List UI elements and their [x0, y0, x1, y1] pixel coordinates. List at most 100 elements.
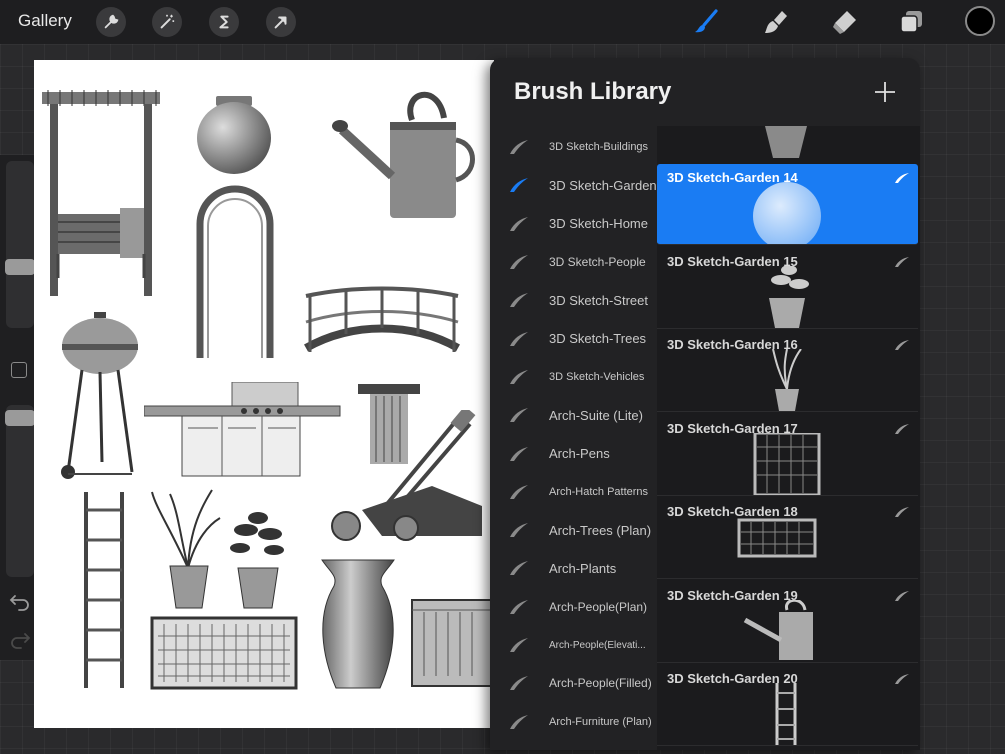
kettle-grill-drawing [61, 312, 138, 479]
eraser-icon[interactable] [830, 8, 858, 36]
previous-brush-thumb [765, 126, 807, 158]
brush-type-icon [895, 423, 909, 434]
brush-item[interactable]: 3D Sketch-Garden 15 [657, 248, 918, 329]
brush-set-stroke-icon [510, 178, 528, 193]
brush-size-slider[interactable] [5, 161, 35, 328]
brush-set-label: Arch-People(Elevati... [549, 639, 646, 651]
brush-type-icon [895, 590, 909, 601]
brush-name: 3D Sketch-Garden 17 [667, 420, 798, 436]
brush-size-thumb[interactable] [5, 259, 35, 275]
smudge-icon[interactable] [762, 8, 790, 36]
brush-set-item[interactable]: Arch-People(Plan) [490, 588, 657, 626]
transform-arrow-icon[interactable] [266, 7, 296, 37]
brush-set-stroke-icon [510, 638, 528, 652]
brush-preview-ladder [775, 683, 797, 745]
brush-preview-lattice-planter [737, 518, 817, 558]
brush-set-item[interactable]: Arch-People(Elevati... [490, 626, 657, 664]
brush-set-stroke-icon [510, 446, 528, 461]
brush-type-icon [895, 256, 909, 267]
brush-set-label: Arch-People(Filled) [549, 676, 652, 691]
add-brush-icon[interactable] [873, 80, 897, 104]
brush-set-label: Arch-Furniture (Plan) [549, 715, 652, 728]
lawn-mower-drawing [331, 410, 482, 541]
brush-set-item[interactable]: 3D Sketch-People [490, 243, 657, 281]
garden-bridge-drawing [304, 286, 460, 352]
brush-set-item[interactable]: 3D Sketch-Trees [490, 319, 657, 357]
brush-name: 3D Sketch-Garden 14 [667, 170, 798, 185]
brush-set-stroke-icon [510, 369, 528, 384]
brush-set-label: 3D Sketch-Buildings [549, 141, 649, 154]
brush-set-item[interactable]: 3D Sketch-Street [490, 281, 657, 319]
brush-set-stroke-icon [510, 561, 528, 576]
wooden-planter-drawing [411, 599, 494, 687]
lattice-planter-drawing [150, 616, 298, 690]
wrench-icon[interactable] [96, 7, 126, 37]
brush-preview-watering-can [743, 599, 813, 660]
gas-grill-drawing [144, 382, 341, 477]
redo-icon[interactable] [9, 631, 31, 649]
panel-title: Brush Library [514, 78, 672, 105]
brush-set-stroke-icon [510, 523, 528, 538]
brush-set-item[interactable]: 3D Sketch-Home [490, 205, 657, 243]
brush-set-item[interactable]: Arch-Trees (Plan) [490, 511, 657, 549]
color-picker-swatch[interactable] [965, 6, 995, 36]
brush-set-item[interactable]: Arch-Furniture (Plan) [490, 702, 657, 740]
brush-type-icon [895, 340, 909, 350]
top-toolbar: Gallery [0, 0, 1005, 44]
brush-item[interactable]: 3D Sketch-Garden 14 [657, 164, 918, 245]
brush-set-label: 3D Sketch-Street [549, 292, 648, 308]
opacity-thumb[interactable] [5, 410, 35, 426]
arbor-bench-drawing [42, 90, 160, 296]
urn-drawing [197, 96, 271, 174]
brush-library-panel: Brush Library 3D Sketch-Buildings 3D Sket… [490, 58, 920, 750]
brush-icon[interactable] [692, 8, 720, 36]
undo-icon[interactable] [9, 593, 31, 611]
brush-item[interactable]: 3D Sketch-Garden 19 [657, 582, 918, 663]
brush-item[interactable]: 3D Sketch-Garden 18 [657, 498, 918, 579]
brush-set-item[interactable]: Arch-Hatch Patterns [490, 473, 657, 511]
brush-set-label: Arch-Trees (Plan) [549, 522, 652, 538]
brush-set-label: 3D Sketch-Vehicles [549, 370, 645, 383]
brush-set-item[interactable]: 3D Sketch-Buildings [490, 128, 657, 166]
layers-icon[interactable] [898, 8, 926, 36]
brush-set-label: Arch-Plants [549, 560, 617, 576]
selection-s-icon[interactable] [209, 7, 239, 37]
brush-set-item[interactable]: Arch-Suite (Lite) [490, 396, 657, 434]
brush-preview-lattice-panel [753, 432, 821, 495]
magic-wand-icon[interactable] [152, 7, 182, 37]
brush-set-stroke-icon [510, 599, 528, 614]
brush-set-item[interactable]: 3D Sketch-Vehicles [490, 358, 657, 396]
brush-set-label: 3D Sketch-People [549, 255, 646, 270]
brush-set-stroke-icon [510, 408, 528, 423]
opacity-slider[interactable] [5, 405, 35, 577]
brush-set-label: 3D Sketch-Home [549, 216, 648, 232]
drawing-canvas[interactable] [34, 60, 494, 728]
brush-item[interactable]: 3D Sketch-Garden 20 [657, 665, 918, 746]
brush-set-label: Arch-Pens [549, 446, 610, 462]
brush-set-item[interactable]: Arch-People(Filled) [490, 664, 657, 702]
brush-type-icon [895, 173, 909, 183]
brush-set-stroke-icon [510, 216, 528, 231]
brush-set-item[interactable]: Arch-Plants [490, 549, 657, 587]
brush-name: 3D Sketch-Garden 19 [667, 587, 798, 603]
brush-name: 3D Sketch-Garden 20 [667, 671, 798, 686]
brush-item[interactable]: 3D Sketch-Garden 17 [657, 415, 918, 496]
brush-set-stroke-icon [510, 676, 528, 691]
brush-set-item[interactable]: Arch-Pens [490, 434, 657, 472]
brush-set-stroke-icon [510, 293, 528, 308]
brush-set-label: 3D Sketch-Garden [549, 177, 657, 193]
brush-set-label: Arch-People(Plan) [549, 599, 648, 614]
ladder-drawing [84, 492, 124, 688]
brush-preview-grass-pot [772, 349, 802, 411]
garden-arch-drawing [196, 185, 274, 358]
modify-button[interactable] [11, 362, 27, 378]
brush-set-item[interactable]: 3D Sketch-Garden [490, 166, 657, 204]
brush-set-label: 3D Sketch-Trees [549, 331, 647, 347]
brush-preview-potted-plant [769, 265, 809, 328]
gallery-button[interactable]: Gallery [18, 11, 72, 31]
brush-set-label: Arch-Hatch Patterns [549, 485, 649, 498]
potted-plants-drawing [151, 489, 284, 609]
brush-item[interactable]: 3D Sketch-Garden 16 [657, 331, 918, 412]
brush-preview-globe [753, 182, 821, 244]
brush-set-label: Arch-Suite (Lite) [549, 407, 643, 423]
